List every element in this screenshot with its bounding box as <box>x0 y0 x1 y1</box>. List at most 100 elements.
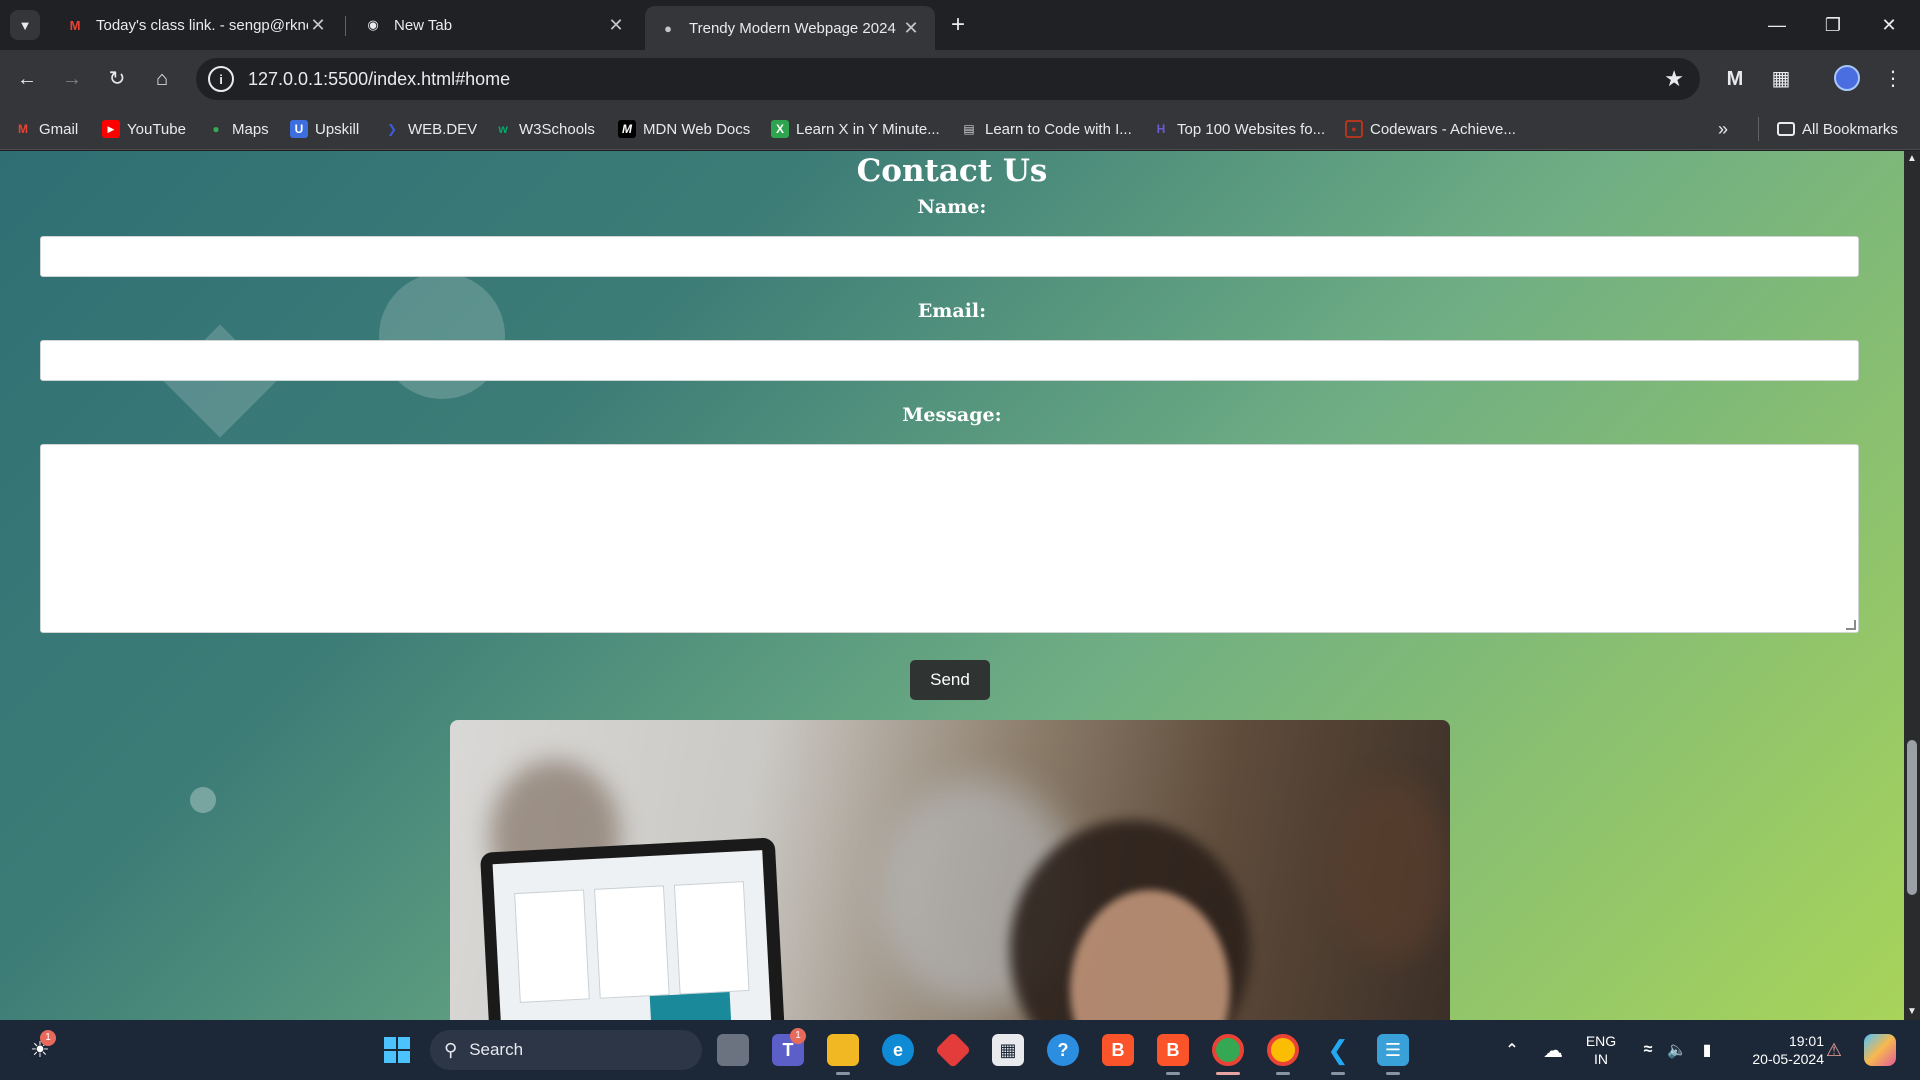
extensions-puzzle-icon[interactable]: ▦ <box>1764 62 1798 96</box>
chrome-profile-icon[interactable] <box>1267 1034 1299 1066</box>
all-bookmarks-label: All Bookmarks <box>1802 120 1898 138</box>
bookmark-label: Maps <box>232 120 269 138</box>
name-input[interactable] <box>40 236 1859 277</box>
decorative-dot <box>190 787 216 813</box>
menu-kebab-icon[interactable]: ⋮ <box>1876 62 1910 96</box>
brave-beta-icon[interactable]: B <box>1157 1034 1189 1066</box>
scrollbar-thumb[interactable] <box>1907 740 1917 895</box>
site-info-icon[interactable]: i <box>208 66 234 92</box>
code-icon: ▤ <box>963 122 975 136</box>
contact-title: Contact Us <box>856 153 1048 189</box>
home-icon[interactable]: ⌂ <box>145 62 179 96</box>
page-viewport: Contact Us Name: Email: Message: Send <box>0 151 1904 1020</box>
window-close-icon[interactable]: ✕ <box>1866 10 1912 40</box>
bookmark-learn-to-code[interactable]: ▤ Learn to Code with I... <box>960 117 1132 141</box>
notepad-icon[interactable]: ☰ <box>1377 1034 1409 1066</box>
language-indicator[interactable]: ENG IN <box>1580 1032 1622 1068</box>
bookmark-upskill[interactable]: U Upskill <box>290 117 359 141</box>
tab-title: Trendy Modern Webpage 2024 <box>689 19 896 37</box>
edge-icon[interactable]: e <box>882 1034 914 1066</box>
bookmark-webdev[interactable]: ❯ WEB.DEV <box>383 117 477 141</box>
minimize-icon[interactable]: — <box>1754 10 1800 40</box>
scroll-down-arrow-icon[interactable]: ▼ <box>1904 1004 1920 1020</box>
bookmark-label: Top 100 Websites fo... <box>1177 120 1326 138</box>
task-view-icon[interactable] <box>717 1034 749 1066</box>
file-explorer-icon[interactable] <box>827 1034 859 1066</box>
bookmark-star-icon[interactable]: ★ <box>1664 66 1684 92</box>
send-button[interactable]: Send <box>910 660 990 700</box>
address-bar[interactable]: i 127.0.0.1:5500/index.html#home ★ <box>196 58 1700 100</box>
profile-avatar[interactable] <box>1834 65 1860 91</box>
close-icon[interactable]: ✕ <box>606 15 626 36</box>
tab-strip: ▼ M Today's class link. - sengp@rknec.ed… <box>0 0 1920 50</box>
reload-icon[interactable]: ↻ <box>100 62 134 96</box>
name-label: Name: <box>917 196 987 218</box>
taskbar-search[interactable]: ⚲ Search <box>430 1030 702 1070</box>
bookmark-gmail[interactable]: M Gmail <box>14 117 78 141</box>
bookmark-label: YouTube <box>127 120 186 138</box>
email-input[interactable] <box>40 340 1859 381</box>
tab-search-button[interactable]: ▼ <box>10 10 40 40</box>
resize-grip-icon[interactable] <box>1846 620 1856 630</box>
bookmarks-bar: M Gmail ▶ YouTube ● Maps U Upskill ❯ WEB… <box>0 108 1920 150</box>
bookmark-label: WEB.DEV <box>408 120 478 138</box>
forward-icon[interactable]: → <box>55 62 89 96</box>
chrome-icon: ◉ <box>367 17 379 32</box>
brave-indicator <box>1166 1072 1180 1075</box>
tab-divider <box>345 16 346 36</box>
maps-icon: ● <box>212 122 220 136</box>
anydesk-icon[interactable] <box>934 1031 972 1069</box>
bookmark-codewars[interactable]: ● Codewars - Achieve... <box>1345 117 1516 141</box>
language-code: ENG <box>1585 1033 1617 1049</box>
close-icon[interactable]: ✕ <box>308 15 328 36</box>
message-textarea[interactable] <box>40 444 1859 633</box>
battery-icon[interactable]: ▮ <box>1691 1034 1723 1066</box>
gmail-icon: M <box>18 122 28 136</box>
weather-badge: 1 <box>40 1030 56 1046</box>
all-bookmarks-button[interactable]: All Bookmarks <box>1758 117 1898 141</box>
microsoft-store-icon[interactable]: ▦ <box>992 1034 1024 1066</box>
close-icon[interactable]: ✕ <box>901 18 921 39</box>
wifi-icon[interactable]: ≈ <box>1632 1034 1664 1066</box>
scroll-up-arrow-icon[interactable]: ▲ <box>1904 151 1920 167</box>
notepad-indicator <box>1386 1072 1400 1075</box>
notification-bell-icon[interactable]: ⚠ <box>1818 1034 1850 1066</box>
bookmark-mdn[interactable]: M MDN Web Docs <box>618 117 750 141</box>
bookmark-learnx[interactable]: X Learn X in Y Minute... <box>771 117 940 141</box>
page-scrollbar[interactable]: ▲ ▼ <box>1904 151 1920 1020</box>
onedrive-cloud-icon[interactable]: ☁ <box>1537 1034 1569 1066</box>
folder-icon <box>1777 122 1795 136</box>
bookmark-maps[interactable]: ● Maps <box>207 117 269 141</box>
message-label: Message: <box>902 404 1002 426</box>
bookmark-label: Learn to Code with I... <box>985 120 1132 138</box>
codewars-icon: ● <box>1345 120 1363 138</box>
new-tab-button[interactable]: + <box>944 12 972 40</box>
bookmark-w3schools[interactable]: w W3Schools <box>494 117 595 141</box>
vscode-icon[interactable]: ❮ <box>1322 1034 1354 1066</box>
chrome-icon[interactable] <box>1212 1034 1244 1066</box>
windows-start-icon[interactable] <box>381 1034 413 1066</box>
python-idle-icon[interactable]: ? <box>1047 1034 1079 1066</box>
tab-new-tab[interactable]: ◉ New Tab ✕ <box>350 6 640 44</box>
tray-overflow-chevron-icon[interactable]: ⌃ <box>1496 1034 1528 1066</box>
search-label: Search <box>469 1040 524 1059</box>
bookmark-label: W3Schools <box>519 120 595 138</box>
clock[interactable]: 19:01 20-05-2024 <box>1734 1032 1824 1068</box>
copilot-icon[interactable] <box>1864 1034 1896 1066</box>
address-url[interactable]: 127.0.0.1:5500/index.html#home <box>248 69 1664 90</box>
bookmark-label: Learn X in Y Minute... <box>796 120 940 138</box>
globe-icon: ● <box>664 20 672 36</box>
brave-icon[interactable]: B <box>1102 1034 1134 1066</box>
more-bookmarks-chevron-icon[interactable]: » <box>1718 117 1728 141</box>
webdev-icon: ❯ <box>386 122 398 136</box>
volume-icon[interactable]: 🔈 <box>1661 1034 1693 1066</box>
back-icon[interactable]: ← <box>10 62 44 96</box>
tab-gmail[interactable]: M Today's class link. - sengp@rknec.edu … <box>52 6 342 44</box>
vscode-indicator <box>1331 1072 1345 1075</box>
bookmark-youtube[interactable]: ▶ YouTube <box>102 117 186 141</box>
bookmark-top100[interactable]: H Top 100 Websites fo... <box>1152 117 1325 141</box>
extension-m-icon[interactable]: M <box>1718 62 1752 96</box>
restore-icon[interactable]: ❐ <box>1810 10 1856 40</box>
search-icon: ⚲ <box>444 1039 458 1060</box>
tab-trendy-webpage[interactable]: ● Trendy Modern Webpage 2024 ✕ <box>645 6 935 50</box>
